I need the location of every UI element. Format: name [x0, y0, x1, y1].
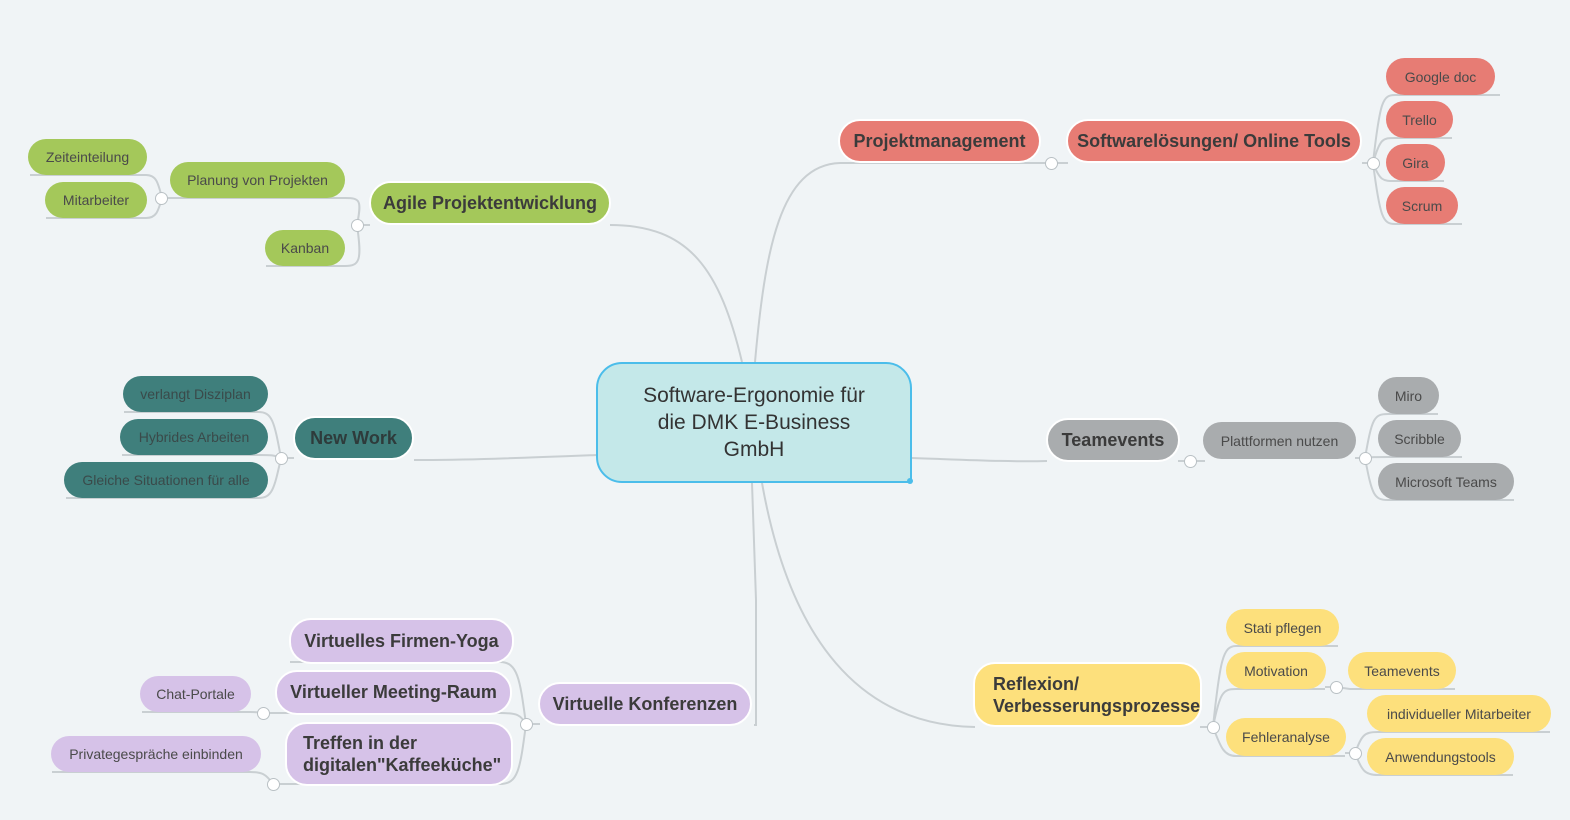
connector-point[interactable]	[275, 452, 288, 465]
tool-gira[interactable]: Gira	[1386, 144, 1445, 181]
connector-point[interactable]	[1330, 681, 1343, 694]
topic-projektmanagement[interactable]: Projektmanagement	[838, 119, 1041, 163]
connector-point[interactable]	[1359, 452, 1372, 465]
tool-google-doc[interactable]: Google doc	[1386, 58, 1495, 95]
connector-point[interactable]	[155, 192, 168, 205]
tool-scribble[interactable]: Scribble	[1378, 420, 1461, 457]
central-topic[interactable]: Software-Ergonomie für die DMK E-Busines…	[596, 362, 912, 483]
subtopic-motivation[interactable]: Motivation	[1226, 652, 1326, 689]
topic-agile-projektentwicklung[interactable]: Agile Projektentwicklung	[369, 181, 611, 225]
subtopic-hybrides-arbeiten[interactable]: Hybrides Arbeiten	[120, 419, 268, 455]
connector-point[interactable]	[1349, 747, 1362, 760]
connector-point[interactable]	[520, 718, 533, 731]
subtopic-meeting-raum[interactable]: Virtueller Meeting-Raum	[275, 670, 512, 715]
connector-point[interactable]	[1184, 455, 1197, 468]
connector-point[interactable]	[267, 778, 280, 791]
subtopic-kaffeekueche[interactable]: Treffen in der digitalen"Kaffeeküche"	[285, 722, 513, 786]
subtopic-firmen-yoga[interactable]: Virtuelles Firmen-Yoga	[289, 618, 514, 664]
tool-scrum[interactable]: Scrum	[1386, 187, 1458, 224]
subtopic-softwareloesungen[interactable]: Softwarelösungen/ Online Tools	[1066, 119, 1362, 163]
subtopic-chat-portale[interactable]: Chat-Portale	[140, 676, 251, 712]
topic-reflexion[interactable]: Reflexion/ Verbesserungsprozesse	[973, 662, 1202, 727]
subtopic-stati-pflegen[interactable]: Stati pflegen	[1226, 609, 1339, 646]
subtopic-mitarbeiter[interactable]: Mitarbeiter	[45, 182, 147, 218]
connector-point[interactable]	[1207, 721, 1220, 734]
subtopic-individueller-mitarbeiter[interactable]: individueller Mitarbeiter	[1367, 695, 1551, 732]
subtopic-privategespraeche[interactable]: Privategespräche einbinden	[51, 736, 261, 772]
subtopic-anwendungstools[interactable]: Anwendungstools	[1367, 738, 1514, 775]
topic-new-work[interactable]: New Work	[293, 416, 414, 460]
subtopic-kanban[interactable]: Kanban	[265, 230, 345, 266]
connector-point[interactable]	[1045, 157, 1058, 170]
connector-point[interactable]	[1367, 157, 1380, 170]
subtopic-teamevents[interactable]: Teamevents	[1348, 652, 1456, 689]
tool-microsoft-teams[interactable]: Microsoft Teams	[1378, 463, 1514, 500]
resize-handle[interactable]	[907, 478, 913, 484]
connector-point[interactable]	[351, 219, 364, 232]
tool-miro[interactable]: Miro	[1378, 377, 1439, 414]
subtopic-plattformen-nutzen[interactable]: Plattformen nutzen	[1203, 422, 1356, 459]
subtopic-fehleranalyse[interactable]: Fehleranalyse	[1226, 718, 1346, 756]
topic-virtuelle-konferenzen[interactable]: Virtuelle Konferenzen	[538, 682, 752, 726]
topic-teamevents[interactable]: Teamevents	[1046, 418, 1180, 462]
subtopic-planung-von-projekten[interactable]: Planung von Projekten	[170, 162, 345, 198]
subtopic-verlangt-disziplan[interactable]: verlangt Disziplan	[123, 376, 268, 412]
connector-point[interactable]	[257, 707, 270, 720]
tool-trello[interactable]: Trello	[1386, 101, 1453, 138]
subtopic-zeiteinteilung[interactable]: Zeiteinteilung	[28, 139, 147, 175]
subtopic-gleiche-situationen[interactable]: Gleiche Situationen für alle	[64, 462, 268, 498]
